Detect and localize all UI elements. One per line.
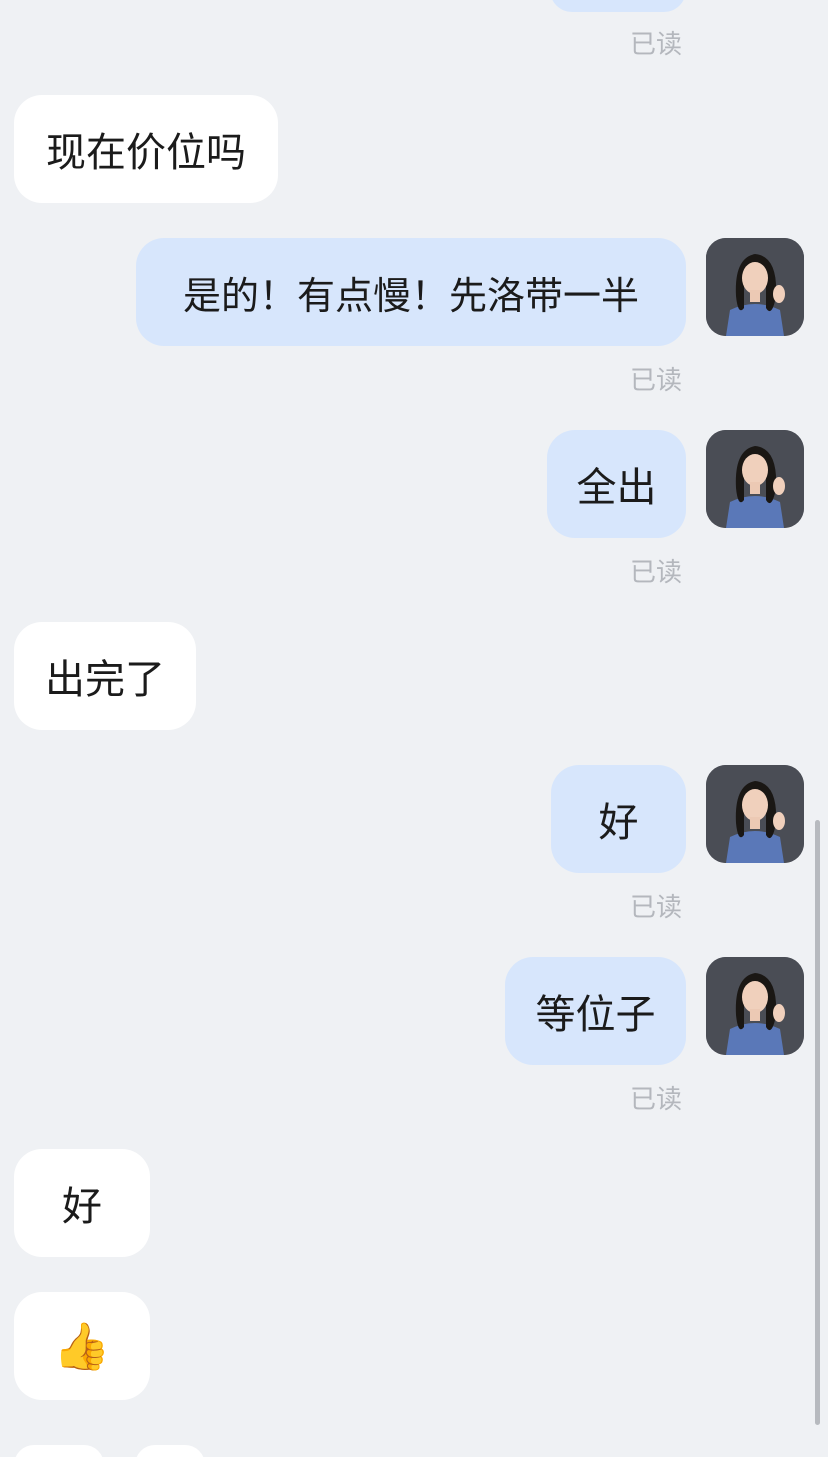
message-bubble-partial[interactable] xyxy=(550,0,686,12)
read-receipt: 已读 xyxy=(630,558,683,588)
scrollbar-thumb[interactable] xyxy=(815,820,820,1425)
message-bubble-partial[interactable] xyxy=(14,1445,104,1457)
avatar-photo-icon xyxy=(706,765,804,863)
message-text: 是的！有点慢！先洛带一半 xyxy=(182,273,639,318)
message-text: 好 xyxy=(598,800,639,846)
user-avatar[interactable] xyxy=(706,765,804,863)
incoming-message-bubble[interactable]: 好 xyxy=(14,1149,150,1257)
incoming-message-bubble[interactable]: 现在价位吗 xyxy=(14,95,278,203)
message-text: 现在价位吗 xyxy=(46,130,246,176)
message-text: 等位子 xyxy=(535,992,656,1038)
avatar-photo-icon xyxy=(706,957,804,1055)
user-avatar[interactable] xyxy=(706,238,804,336)
outgoing-message-bubble[interactable]: 好 xyxy=(551,765,686,873)
incoming-message-bubble[interactable]: 出完了 xyxy=(14,622,196,730)
message-text: 全出 xyxy=(576,465,657,511)
read-receipt: 已读 xyxy=(630,893,683,923)
outgoing-message-bubble[interactable]: 是的！有点慢！先洛带一半 xyxy=(136,238,686,346)
incoming-message-bubble[interactable]: 👍 xyxy=(14,1292,150,1400)
read-receipt: 已读 xyxy=(630,1085,683,1115)
chat-message-list[interactable]: 已读 现在价位吗 是的！有点慢！先洛带一半 已读 全出 已读 出完了 好 已读 … xyxy=(0,0,828,1457)
avatar-photo-icon xyxy=(706,238,804,336)
avatar-photo-icon xyxy=(706,430,804,528)
message-bubble-partial[interactable] xyxy=(135,1445,205,1457)
message-text: 好 xyxy=(62,1184,102,1230)
read-receipt: 已读 xyxy=(630,30,683,60)
user-avatar[interactable] xyxy=(706,957,804,1055)
thumbs-up-emoji: 👍 xyxy=(53,1319,111,1373)
read-receipt: 已读 xyxy=(630,366,683,396)
user-avatar[interactable] xyxy=(706,430,804,528)
message-text: 出完了 xyxy=(45,657,165,703)
outgoing-message-bubble[interactable]: 全出 xyxy=(547,430,686,538)
outgoing-message-bubble[interactable]: 等位子 xyxy=(505,957,686,1065)
